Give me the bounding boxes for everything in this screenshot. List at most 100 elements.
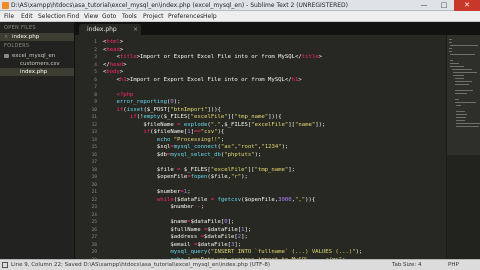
menu-preferences[interactable]: Preferences [168,12,203,21]
menu-selection[interactable]: Selection [38,12,66,21]
minimap-line [449,39,452,40]
line-number: 28 [91,242,97,248]
code-line[interactable]: while($dataFile = fgetcsv($openFile,3000… [103,197,315,205]
code-line[interactable]: <title>Import or Export Excel File into … [103,54,322,62]
status-message: Line 9, Column 22; Saved D:\AS\xampp\htd… [11,262,270,268]
code-token: ); [173,99,181,105]
code-line[interactable]: </head> [103,62,127,70]
minimap[interactable] [446,35,480,259]
line-number: 3 [94,55,97,60]
code-token: fopen [190,174,208,180]
window-title: D:\AS\xampp\htdocs\asa_tutorial\excel_my… [11,2,348,9]
code-line[interactable]: <head> [103,47,123,55]
code-token: >Import or Export Excel File into or fro… [136,54,302,60]
close-button[interactable]: ✕ [454,0,480,11]
code-line[interactable]: $number--; [103,204,204,212]
code-line[interactable]: if(isset($_POST["btnImport"])){ [103,106,220,115]
panel-toggle-icon[interactable] [2,262,8,268]
minimap-line [450,63,459,64]
menu-view[interactable]: View [84,12,98,21]
code-token: "." [210,121,221,128]
menu-help[interactable]: Help [203,12,217,21]
menu-edit[interactable]: Edit [21,12,33,21]
minimap-line [449,48,453,49]
code-token: < [103,76,120,83]
menu-project[interactable]: Project [143,12,164,21]
code-line[interactable]: if($fileName[1]=="csv"){ [103,129,224,137]
code-line[interactable]: $email =$dataFile[3]; [103,242,241,250]
tab-size-indicator[interactable]: Tab Size: 4 [392,261,421,270]
code-token: > [123,61,127,68]
code-token: "btnImport" [170,106,208,113]
code-line[interactable]: <html> [103,39,123,47]
code-line[interactable]: echo "Processing!!"; [103,137,224,145]
code-line[interactable]: $file = $_FILES["excelFile"]["tmp_name"]… [103,167,295,175]
code-line[interactable]: $sql=mysql_connect("as","root","1234"); [103,144,288,152]
line-number: 4 [94,62,97,68]
folder-item[interactable]: excel_mysql_en [0,52,74,60]
minimap-line [450,45,478,46]
menu-tools[interactable]: Tools [122,12,137,21]
minimap-line [449,51,452,52]
code-token: ); [355,249,363,255]
code-token: $file [103,166,178,173]
code-token: </ [103,61,110,68]
code-line[interactable]: if(!empty($_FILES["excelFile"]["tmp_name… [103,114,282,122]
code-token: $dataFile[ [204,234,238,240]
code-token: title [119,54,137,60]
code-line[interactable]: $fileName = explode(".",$_FILES["excelFi… [103,122,325,130]
code-line[interactable]: $name=$dataFile[0]; [103,219,234,227]
syntax-indicator[interactable]: PHP [448,261,459,270]
code-token: html [106,39,120,45]
minimap-line [454,84,469,85]
file-item-customers[interactable]: customers.csv [0,60,74,68]
file-item-index[interactable]: index.php [0,68,74,76]
code-line[interactable]: error_reporting(0); [103,99,181,107]
minimap-line [451,69,473,70]
minimap-line [453,72,478,73]
code-token: ,$_FILES[ [220,121,252,128]
minimap-viewport[interactable] [447,35,480,155]
code-line[interactable]: mysql_query("INSERT INTO `fullname` (...… [103,249,362,257]
close-file-icon[interactable]: × [4,33,8,41]
code-token: "excelFile" [190,114,228,120]
code-token: ); [254,151,262,158]
minimize-button[interactable]: — [414,0,434,11]
code-token: > [318,54,322,60]
code-line[interactable]: <h1>Import or Export Excel File into or … [103,76,301,85]
minimap-line [453,75,464,76]
code-line[interactable]: $address =$dataFile[2]; [103,234,248,242]
minimap-line [450,66,465,67]
code-line[interactable]: $openFile=fopen($file,"r"); [103,174,248,182]
line-number: 20 [91,182,97,188]
line-number: 12 [91,122,97,128]
code-token: ]; [288,166,296,173]
line-number: 13 [91,130,97,135]
code-token: "r" [231,174,242,180]
code-token: ($_POST[ [143,106,171,113]
menu-find[interactable]: Find [67,12,79,21]
open-file-item[interactable]: × index.php [0,33,74,41]
code-editor[interactable]: 1 2 3 4 5 6 7 8 9 10 11 12 13 14 15 16 17 18 19 20 21 22 23 24 2… [75,35,480,259]
menu-file[interactable]: File [4,12,14,21]
code-token: > [119,39,124,45]
maximize-button[interactable]: □ [434,0,454,11]
code-line[interactable]: $db=mysql_select_db("phptuts"); [103,152,261,160]
code-token: $address [103,234,201,240]
tab-close-icon[interactable]: × [133,25,138,34]
code-line[interactable]: <?php [103,92,133,100]
code-token: ][ [288,121,296,128]
tab-index-php[interactable]: index.php × [79,24,141,35]
code-line[interactable]: $fullName =$dataFile[1]; [103,227,251,235]
code-token: $number [103,204,194,210]
code-token: >Import or Export Excel File into or fro… [126,76,292,83]
menu-goto[interactable]: Goto [102,12,116,21]
minimap-line [454,78,464,79]
code-line[interactable]: <body> [103,69,123,77]
line-number: 14 [91,137,97,143]
code-line[interactable]: $number=1; [103,189,191,197]
open-files-header: OPEN FILES [4,25,36,31]
